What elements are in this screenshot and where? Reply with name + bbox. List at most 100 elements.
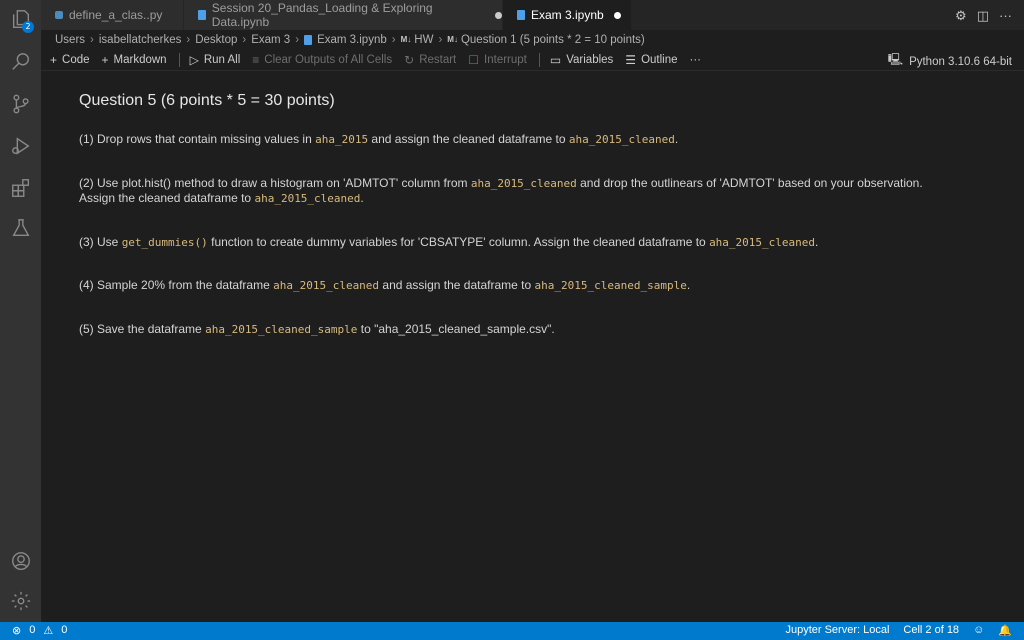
restart-label: Restart [419,53,457,66]
tab-session-20[interactable]: Session 20_Pandas_Loading & Exploring Da… [184,0,502,30]
text: . [360,191,364,205]
tab-define-a-clas[interactable]: define_a_clas..py [41,0,183,30]
run-all-label: Run All [203,53,241,66]
python-file-icon [55,11,63,19]
text: (3) Use [79,235,122,249]
inline-code: get_dummies() [121,236,208,249]
tab-actions: ⚙ ◫ ··· [955,8,1012,24]
tab-label: define_a_clas..py [69,8,163,22]
text: . [674,132,679,146]
chevron-right-icon: › [295,33,300,46]
feedback-icon[interactable]: ☺ [973,624,984,637]
variables-button[interactable]: ▭ Variables [550,53,613,67]
inline-code: aha_2015_cleaned [470,177,577,190]
add-markdown-cell-button[interactable]: + Markdown [102,53,167,67]
text: (5) Save the dataframe [79,322,206,336]
text: and assign the cleaned dataframe to [368,132,569,146]
kernel-picker[interactable]: 🖳 Python 3.10.6 64-bit [888,52,1012,71]
outline-label: Outline [641,53,678,66]
text: (4) Sample 20% from the dataframe [79,278,274,292]
interrupt-button[interactable]: ☐ Interrupt [468,53,527,67]
split-editor-icon[interactable]: ◫ [977,8,989,24]
text: and assign the dataframe to [379,278,535,292]
stop-square-icon: ☐ [468,52,480,67]
text: Assign the cleaned dataframe to [79,191,255,205]
chevron-right-icon: › [242,33,247,46]
inline-code: aha_2015_cleaned [709,236,816,249]
extensions-icon[interactable] [8,175,33,200]
inline-code: aha_2015_cleaned [254,192,361,205]
testing-icon[interactable] [8,215,33,240]
warning-count: 0 [61,624,68,636]
manage-gear-icon[interactable] [8,588,33,613]
notebook-file-icon [304,34,313,45]
breadcrumb-user[interactable]: isabellatcherkes [99,34,181,46]
outline-button[interactable]: ☰ Outline [625,53,677,67]
error-count: 0 [29,624,36,636]
chevron-right-icon: › [186,33,191,46]
settings-gear-icon[interactable]: ⚙ [955,8,967,24]
notebook-content[interactable]: Question 5 (6 points * 5 = 30 points) (1… [41,72,1024,622]
text: . [686,278,691,292]
markdown-icon: M↓ [447,35,458,44]
notebook-toolbar: + Code + Markdown ▷ Run All ≡ Clear Outp… [41,49,1024,71]
run-all-button[interactable]: ▷ Run All [190,53,241,67]
breadcrumb-desktop[interactable]: Desktop [195,34,237,46]
activity-bar: 2 [0,0,41,622]
outline-list-icon: ☰ [625,52,637,67]
jupyter-server-status[interactable]: Jupyter Server: Local [785,624,889,637]
restart-button[interactable]: ↻ Restart [404,53,456,67]
plus-icon: + [101,52,109,67]
breadcrumb-question[interactable]: Question 1 (5 points * 2 = 10 points) [461,34,645,46]
warning-icon: ⚠ [43,625,54,637]
markdown-button-label: Markdown [113,53,167,66]
source-control-icon[interactable] [8,91,33,116]
status-right: Jupyter Server: Local Cell 2 of 18 ☺ 🔔 [785,624,1012,637]
search-icon[interactable] [8,49,33,74]
clear-all-icon: ≡ [252,52,260,67]
more-label: ··· [689,53,702,66]
toolbar-divider [538,52,540,67]
text: and drop the outlinears of 'ADMTOT' base… [576,176,923,190]
tab-label: Exam 3.ipynb [531,8,604,22]
breadcrumb-users[interactable]: Users [55,34,85,46]
chevron-right-icon: › [438,33,443,46]
add-code-cell-button[interactable]: + Code [50,53,90,67]
question-part-3: (3) Use get_dummies() function to create… [79,235,1009,250]
code-button-label: Code [62,53,90,66]
markdown-icon: M↓ [400,35,412,44]
unsaved-dot-icon[interactable] [495,11,502,19]
clear-outputs-button[interactable]: ≡ Clear Outputs of All Cells [252,53,392,67]
question-part-4: (4) Sample 20% from the dataframe aha_20… [79,278,1009,293]
question-part-1: (1) Drop rows that contain missing value… [79,132,1009,147]
status-bar: ⊗ 0 ⚠ 0 Jupyter Server: Local Cell 2 of … [0,622,1024,640]
breadcrumb-notebook[interactable]: Exam 3.ipynb [317,34,387,46]
unsaved-dot-icon[interactable] [613,11,621,19]
variables-icon: ▭ [549,52,562,67]
cell-position[interactable]: Cell 2 of 18 [903,624,959,637]
problems-indicator[interactable]: ⊗ 0 ⚠ 0 [12,624,67,637]
question-part-5: (5) Save the dataframe aha_2015_cleaned_… [79,322,1009,337]
variables-label: Variables [566,53,614,66]
notifications-bell-icon[interactable]: 🔔 [998,624,1012,637]
breadcrumb: Users › isabellatcherkes › Desktop › Exa… [41,30,1024,49]
inline-code: aha_2015_cleaned [568,133,675,146]
chevron-right-icon: › [391,33,396,46]
chevron-right-icon: › [90,33,94,46]
run-debug-icon[interactable] [8,133,33,158]
text: to "aha_2015_cleaned_sample.csv". [357,322,555,336]
tab-exam-3[interactable]: Exam 3.ipynb [503,0,631,30]
inline-code: aha_2015_cleaned [273,279,380,292]
error-icon: ⊗ [12,625,22,637]
breadcrumb-hw[interactable]: HW [414,34,433,46]
notebook-file-icon [517,10,525,20]
inline-code: aha_2015_cleaned_sample [205,323,358,336]
toolbar-divider [178,52,180,67]
editor-tab-bar: define_a_clas..py Session 20_Pandas_Load… [41,0,1024,30]
more-toolbar-actions[interactable]: ··· [690,54,702,66]
more-actions-icon[interactable]: ··· [999,8,1012,24]
account-icon[interactable] [8,548,33,573]
breadcrumb-exam-folder[interactable]: Exam 3 [251,34,290,46]
kernel-icon: 🖳 [887,54,904,66]
explorer-badge: 2 [22,21,34,33]
